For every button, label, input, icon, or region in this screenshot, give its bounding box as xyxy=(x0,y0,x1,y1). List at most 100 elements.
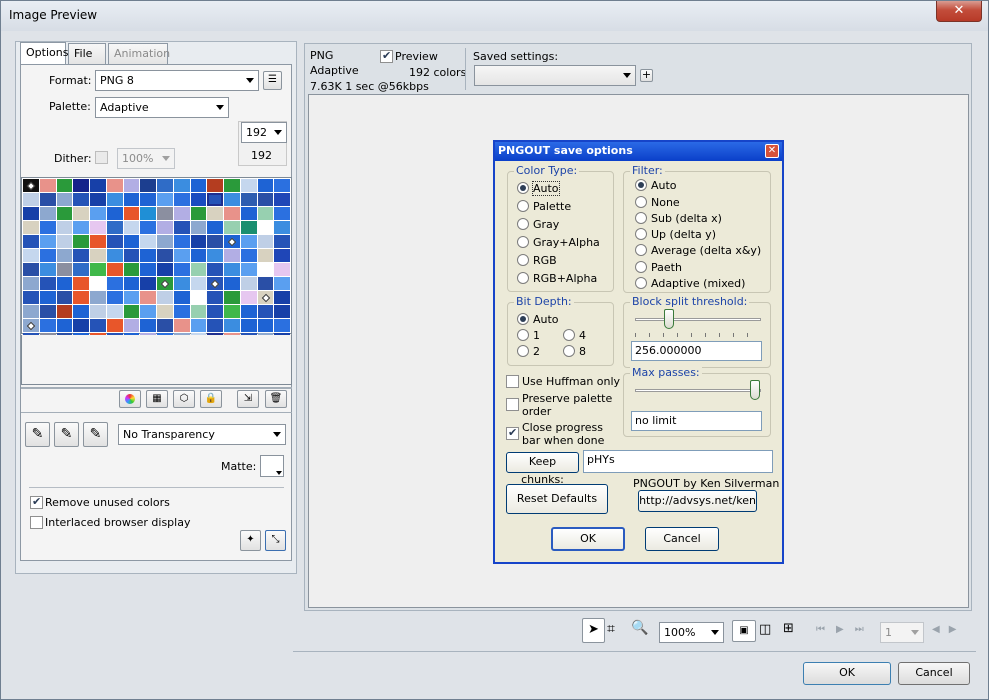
cancel-button[interactable]: Cancel xyxy=(898,662,970,685)
palette-swatch[interactable] xyxy=(240,305,257,318)
palette-swatch[interactable] xyxy=(173,193,190,206)
bit-depth-8-radio[interactable] xyxy=(563,345,575,357)
palette-swatch[interactable] xyxy=(240,193,257,206)
dither-amount-select[interactable]: 100% xyxy=(117,148,175,169)
palette-swatch[interactable] xyxy=(157,193,173,206)
block-split-input[interactable]: 256.000000 xyxy=(631,341,762,361)
palette-swatch[interactable] xyxy=(240,179,257,192)
pngout-cancel-button[interactable]: Cancel xyxy=(645,527,719,551)
palette-swatch[interactable] xyxy=(106,207,123,220)
optimize-wizard-button[interactable]: ✦ xyxy=(240,530,261,551)
palette-swatch[interactable] xyxy=(190,221,207,234)
subtract-eyedropper-button[interactable]: ✎ xyxy=(83,422,108,447)
add-saved-setting-button[interactable]: + xyxy=(640,69,653,82)
palette-swatch[interactable] xyxy=(106,319,123,332)
palette-swatch[interactable] xyxy=(23,179,39,192)
filter-none-radio[interactable] xyxy=(635,196,647,208)
remove-unused-colors-checkbox[interactable] xyxy=(30,495,43,509)
palette-swatch[interactable] xyxy=(39,263,56,276)
palette-swatch[interactable] xyxy=(140,235,156,248)
frame-select[interactable]: 1 xyxy=(880,622,924,643)
filter-average-radio[interactable] xyxy=(635,244,647,256)
colors-select[interactable]: 192 xyxy=(241,122,287,143)
pointer-tool-button[interactable]: ➤ xyxy=(582,618,605,643)
bit-depth-auto-radio[interactable] xyxy=(517,313,529,325)
palette-swatch[interactable] xyxy=(23,319,39,332)
four-up-view-button[interactable]: ⊞ xyxy=(783,621,794,636)
color-palette-grid[interactable] xyxy=(21,177,292,346)
palette-swatch[interactable] xyxy=(274,235,290,248)
palette-swatch[interactable] xyxy=(207,179,223,192)
delete-color-button[interactable]: 🗑 xyxy=(265,390,287,408)
palette-swatch[interactable] xyxy=(123,319,140,332)
palette-swatch[interactable] xyxy=(106,221,123,234)
palette-swatch[interactable] xyxy=(90,193,106,206)
lock-color-button[interactable]: 🔒 xyxy=(200,390,222,408)
tab-file[interactable]: File xyxy=(68,43,106,65)
palette-swatch[interactable] xyxy=(56,249,73,262)
play-icon[interactable]: ▶ xyxy=(836,624,855,635)
palette-select[interactable]: Adaptive xyxy=(95,97,229,118)
palette-swatch[interactable] xyxy=(173,319,190,332)
first-frame-icon[interactable]: ⏮ xyxy=(816,624,836,635)
palette-swatch[interactable] xyxy=(157,249,173,262)
palette-swatch[interactable] xyxy=(207,277,223,290)
window-close-button[interactable]: ✕ xyxy=(936,1,982,22)
add-eyedropper-button[interactable]: ✎ xyxy=(54,422,79,447)
palette-swatch[interactable] xyxy=(140,277,156,290)
palette-swatch[interactable] xyxy=(157,305,173,318)
tab-animation[interactable]: Animation xyxy=(108,43,170,65)
palette-swatch[interactable] xyxy=(73,179,89,192)
color-wheel-button[interactable] xyxy=(119,390,141,408)
palette-swatch[interactable] xyxy=(90,319,106,332)
max-passes-slider-thumb[interactable] xyxy=(750,380,760,400)
palette-swatch[interactable] xyxy=(173,305,190,318)
palette-swatch[interactable] xyxy=(140,207,156,220)
bit-depth-2-radio[interactable] xyxy=(517,345,529,357)
palette-swatch[interactable] xyxy=(39,235,56,248)
preview-checkbox[interactable] xyxy=(380,49,393,63)
palette-swatch[interactable] xyxy=(23,193,39,206)
color-type-gray-alpha-radio[interactable] xyxy=(517,236,529,248)
palette-swatch[interactable] xyxy=(190,179,207,192)
palette-swatch[interactable] xyxy=(123,193,140,206)
palette-swatch[interactable] xyxy=(90,207,106,220)
color-type-palette-radio[interactable] xyxy=(517,200,529,212)
palette-swatch[interactable] xyxy=(140,319,156,332)
palette-swatch[interactable] xyxy=(224,221,240,234)
palette-swatch[interactable] xyxy=(90,277,106,290)
palette-swatch[interactable] xyxy=(240,207,257,220)
block-split-slider-thumb[interactable] xyxy=(664,309,674,329)
palette-swatch[interactable] xyxy=(123,291,140,304)
palette-swatch[interactable] xyxy=(190,263,207,276)
palette-swatch[interactable] xyxy=(190,235,207,248)
reset-defaults-button[interactable]: Reset Defaults xyxy=(506,484,608,514)
interlaced-checkbox[interactable] xyxy=(30,516,43,529)
palette-swatch[interactable] xyxy=(90,291,106,304)
palette-swatch[interactable] xyxy=(274,179,290,192)
palette-swatch[interactable] xyxy=(240,221,257,234)
palette-swatch[interactable] xyxy=(207,249,223,262)
filter-up-radio[interactable] xyxy=(635,228,647,240)
optimize-to-size-button[interactable]: ⤡ xyxy=(265,530,286,551)
palette-swatch[interactable] xyxy=(106,305,123,318)
keep-chunks-input[interactable]: pHYs xyxy=(583,450,773,473)
palette-swatch[interactable] xyxy=(224,235,240,248)
snap-web-button[interactable]: ▦ xyxy=(146,390,168,408)
palette-swatch[interactable] xyxy=(73,263,89,276)
palette-swatch[interactable] xyxy=(257,249,274,262)
previous-frame-icon[interactable]: ◀ xyxy=(932,624,949,635)
color-type-gray-radio[interactable] xyxy=(517,218,529,230)
palette-swatch[interactable] xyxy=(123,263,140,276)
palette-swatch[interactable] xyxy=(39,305,56,318)
palette-swatch[interactable] xyxy=(90,249,106,262)
palette-swatch[interactable] xyxy=(207,193,223,206)
palette-swatch[interactable] xyxy=(207,263,223,276)
palette-swatch[interactable] xyxy=(173,207,190,220)
palette-swatch[interactable] xyxy=(106,277,123,290)
filter-adaptive-radio[interactable] xyxy=(635,277,647,289)
palette-swatch[interactable] xyxy=(106,291,123,304)
palette-swatch[interactable] xyxy=(190,249,207,262)
format-options-button[interactable]: ☰ xyxy=(263,71,282,90)
palette-swatch[interactable] xyxy=(90,305,106,318)
